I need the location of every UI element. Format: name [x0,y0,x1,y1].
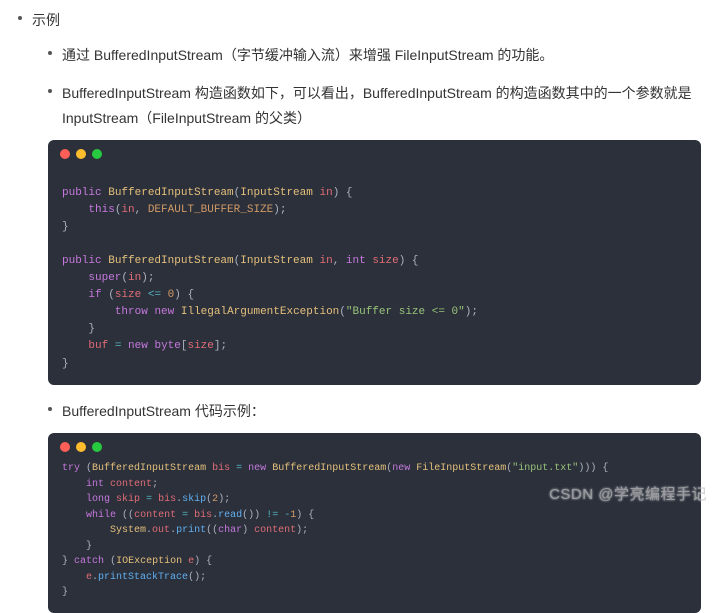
outer-list: 示例 通过 BufferedInputStream（字节缓冲输入流）来增强 Fi… [0,0,719,613]
item-0-text: 通过 BufferedInputStream（字节缓冲输入流）来增强 FileI… [62,43,553,68]
minimize-icon[interactable] [76,149,86,159]
list-item: BufferedInputStream 构造函数如下，可以看出，Buffered… [48,81,719,385]
code-body-1[interactable]: public BufferedInputStream(InputStream i… [48,162,701,385]
list-item: 通过 BufferedInputStream（字节缓冲输入流）来增强 FileI… [48,43,719,68]
minimize-icon[interactable] [76,442,86,452]
code-body-2[interactable]: try (BufferedInputStream bis = new Buffe… [48,455,701,613]
outer-item: 示例 通过 BufferedInputStream（字节缓冲输入流）来增强 Fi… [18,8,719,613]
close-icon[interactable] [60,149,70,159]
list-item: BufferedInputStream 代码示例： try (BufferedI… [48,399,719,613]
bullet-dot [18,16,22,20]
bullet-dot [48,89,52,93]
item-2-text: BufferedInputStream 代码示例： [62,399,265,424]
nested-list: 通过 BufferedInputStream（字节缓冲输入流）来增强 FileI… [18,43,719,613]
code-block-2: try (BufferedInputStream bis = new Buffe… [48,433,701,613]
bullet-dot [48,51,52,55]
zoom-icon[interactable] [92,149,102,159]
close-icon[interactable] [60,442,70,452]
zoom-icon[interactable] [92,442,102,452]
code-header [48,140,701,162]
outer-label: 示例 [32,8,60,33]
code-header [48,433,701,455]
bullet-dot [48,407,52,411]
code-block-1: public BufferedInputStream(InputStream i… [48,140,701,385]
item-1-text: BufferedInputStream 构造函数如下，可以看出，Buffered… [62,81,719,130]
